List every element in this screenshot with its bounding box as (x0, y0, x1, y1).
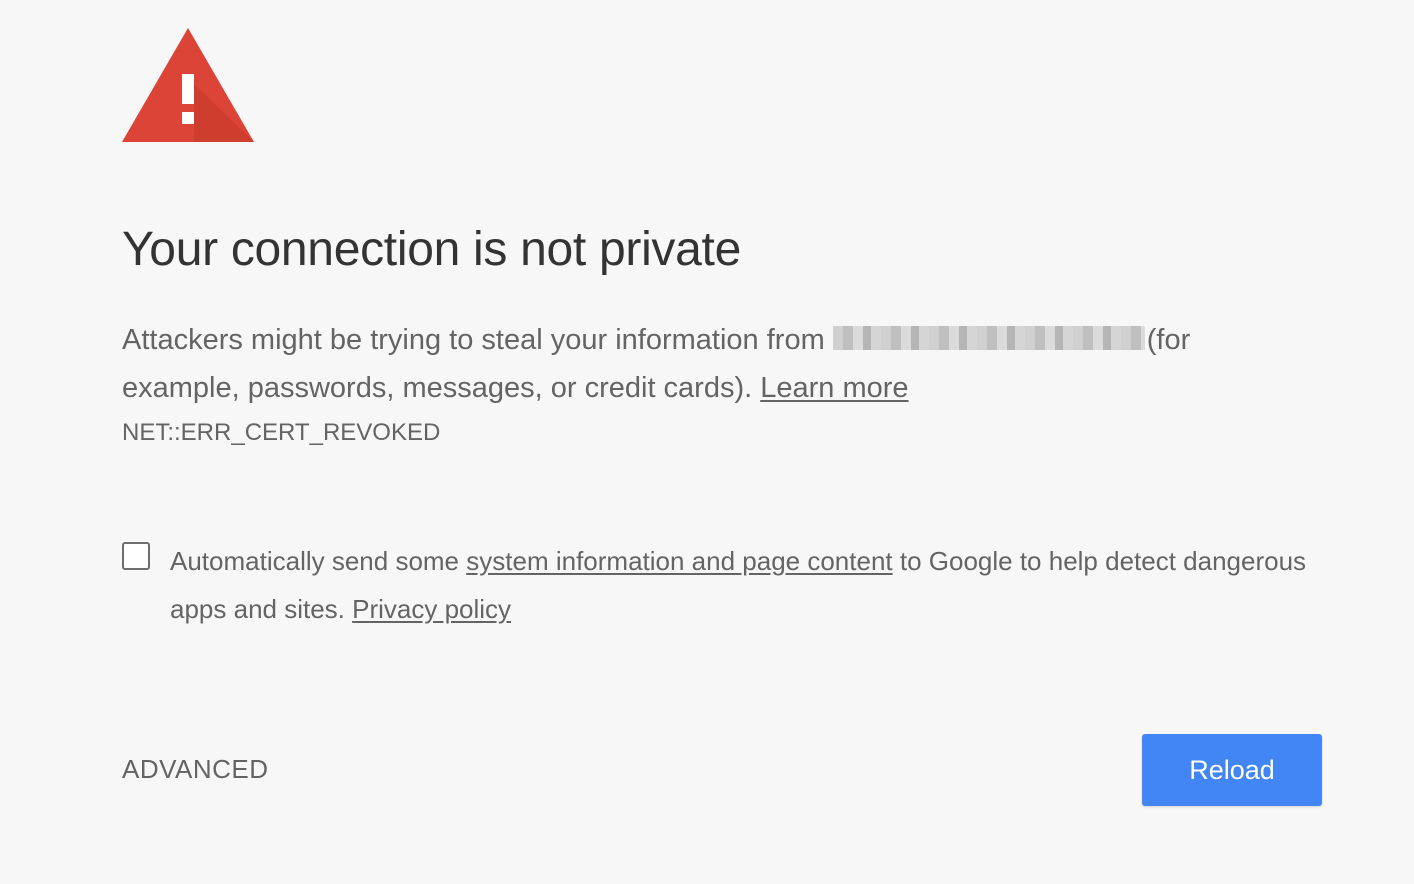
advanced-button[interactable]: ADVANCED (122, 754, 269, 785)
blurred-domain (832, 326, 1145, 351)
privacy-policy-link[interactable]: Privacy policy (352, 594, 511, 624)
send-info-text: Automatically send some (170, 546, 460, 576)
send-info-checkbox[interactable] (122, 542, 150, 570)
send-info-label: Automatically send some system informati… (170, 537, 1310, 633)
description-text: Attackers might be trying to steal your … (122, 324, 825, 356)
error-code: NET::ERR_CERT_REVOKED (122, 419, 441, 446)
error-description: Attackers might be trying to steal your … (122, 316, 1302, 412)
system-info-link[interactable]: system information and page content (466, 546, 892, 576)
reload-button[interactable]: Reload (1142, 734, 1322, 806)
learn-more-link[interactable]: Learn more (760, 372, 908, 404)
warning-triangle-icon (122, 28, 254, 142)
interstitial-page: Your connection is not private Attackers… (0, 0, 1414, 884)
page-title: Your connection is not private (122, 223, 741, 276)
